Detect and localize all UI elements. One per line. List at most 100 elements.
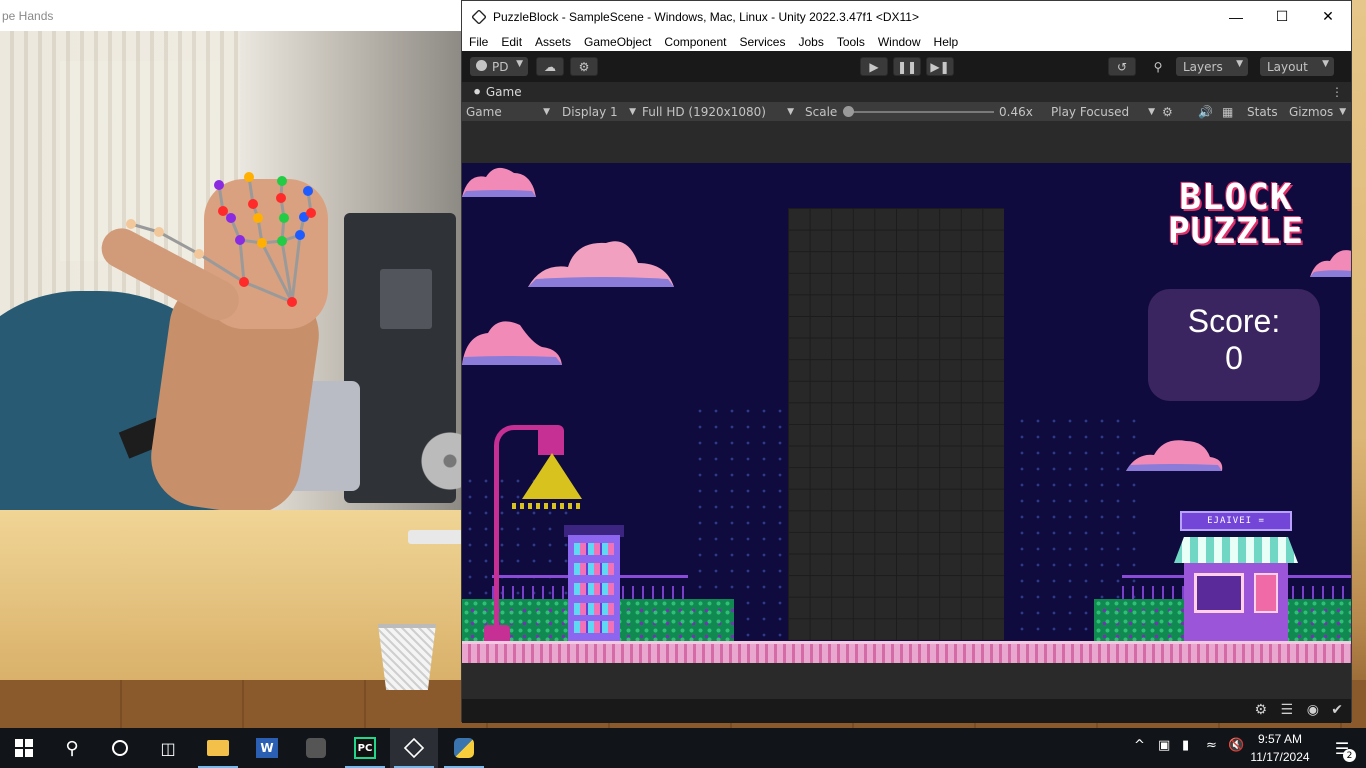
play-button[interactable]: ▶ bbox=[860, 57, 888, 76]
gizmos-label: Gizmos bbox=[1289, 104, 1334, 119]
game-tab[interactable]: ⚫ Game bbox=[472, 85, 522, 99]
cloud-button[interactable]: ☁ bbox=[536, 57, 564, 76]
chevron-down-icon: ▼ bbox=[1322, 59, 1329, 69]
menu-tools[interactable]: Tools bbox=[837, 35, 865, 49]
collab-button[interactable]: ⚙ bbox=[570, 57, 598, 76]
pause-button[interactable]: ❚❚ bbox=[893, 57, 921, 76]
start-button[interactable] bbox=[0, 728, 48, 768]
more-options-icon[interactable]: ⋮ bbox=[1331, 85, 1343, 99]
close-button[interactable]: ✕ bbox=[1305, 1, 1351, 32]
main-toolbar: PD ▼ ☁ ⚙ ▶ ❚❚ ▶❚ ↺ ⚲ Layers ▼ Layout ▼ bbox=[462, 51, 1351, 82]
word-button[interactable]: W bbox=[243, 728, 291, 768]
cloud bbox=[1310, 250, 1351, 277]
layout-label: Layout bbox=[1267, 59, 1308, 74]
camera-window-title: pe Hands bbox=[2, 8, 54, 23]
menu-window[interactable]: Window bbox=[878, 35, 921, 49]
status-bar: ⚙ ☰ ◉ ✔ bbox=[462, 699, 1351, 723]
cloud bbox=[528, 241, 674, 287]
cloud-icon: ☁ bbox=[544, 59, 556, 74]
menu-file[interactable]: File bbox=[469, 35, 488, 49]
menu-gameobject[interactable]: GameObject bbox=[584, 35, 651, 49]
undo-history-button[interactable]: ↺ bbox=[1108, 57, 1136, 76]
unity-hub-icon bbox=[306, 738, 326, 758]
unity-hub-button[interactable] bbox=[292, 728, 340, 768]
play-mode-dropdown[interactable]: Play Focused ▼ bbox=[1051, 102, 1155, 121]
street-lamp-light bbox=[512, 503, 584, 509]
hand-landmarks-overlay bbox=[126, 172, 316, 307]
menu-assets[interactable]: Assets bbox=[535, 35, 571, 49]
menu-component[interactable]: Component bbox=[664, 35, 726, 49]
street-lamp-cap bbox=[538, 425, 564, 455]
audio-icon[interactable]: 🔊 bbox=[1198, 102, 1213, 121]
meet-now-icon[interactable]: ▣ bbox=[1158, 738, 1170, 753]
chevron-down-icon: ▼ bbox=[787, 106, 794, 117]
python-button[interactable] bbox=[440, 728, 488, 768]
minimize-button[interactable]: — bbox=[1213, 1, 1259, 32]
grid-icon[interactable]: ▦ bbox=[1222, 102, 1233, 121]
python-icon bbox=[454, 738, 474, 758]
step-button[interactable]: ▶❚ bbox=[926, 57, 954, 76]
system-clock[interactable]: 9:57 AM 11/17/2024 bbox=[1244, 730, 1316, 766]
battery-icon[interactable]: ▮ bbox=[1182, 738, 1189, 753]
score-value: 0 bbox=[1225, 340, 1243, 376]
shop-awning bbox=[1174, 537, 1298, 563]
volume-muted-icon[interactable]: 🔇 bbox=[1228, 738, 1244, 753]
play-icon: ▶ bbox=[869, 59, 879, 74]
action-center-button[interactable]: ☰ 2 bbox=[1318, 728, 1366, 768]
task-view-button[interactable]: ◫ bbox=[144, 728, 192, 768]
stats-button[interactable]: Stats bbox=[1247, 102, 1278, 121]
gamepad-icon: ⚫ bbox=[472, 85, 486, 99]
street-lamp-shade bbox=[522, 453, 582, 499]
layers-icon[interactable]: ☰ bbox=[1280, 702, 1293, 718]
recycle-bin-icon[interactable] bbox=[378, 624, 436, 690]
check-icon[interactable]: ✔ bbox=[1331, 702, 1343, 718]
cloud bbox=[462, 167, 536, 197]
menu-help[interactable]: Help bbox=[934, 35, 959, 49]
gizmos-button[interactable]: Gizmos ▼ bbox=[1289, 102, 1346, 121]
unity-editor-window[interactable]: PuzzleBlock - SampleScene - Windows, Mac… bbox=[461, 0, 1352, 723]
wifi-icon[interactable]: ≈ bbox=[1206, 738, 1217, 753]
cortana-icon bbox=[112, 740, 128, 756]
game-view[interactable]: BLOCK PUZZLE Score: 0 EJAIVEI = bbox=[462, 163, 1351, 663]
layers-dropdown[interactable]: Layers ▼ bbox=[1176, 57, 1248, 76]
unity-editor-button[interactable] bbox=[390, 728, 438, 768]
letterbox-top bbox=[462, 121, 1351, 163]
clock-date: 11/17/2024 bbox=[1250, 750, 1310, 764]
cache-icon[interactable]: ◉ bbox=[1307, 702, 1319, 718]
step-icon: ▶❚ bbox=[930, 59, 950, 74]
account-dropdown[interactable]: PD ▼ bbox=[470, 57, 528, 76]
layout-dropdown[interactable]: Layout ▼ bbox=[1260, 57, 1334, 76]
building-windows bbox=[574, 603, 614, 615]
maximize-button[interactable]: ☐ bbox=[1259, 1, 1305, 32]
bug-icon[interactable]: ⚙ bbox=[1254, 702, 1267, 718]
file-explorer-button[interactable] bbox=[194, 728, 242, 768]
scale-slider-track[interactable] bbox=[846, 111, 994, 113]
search-button[interactable]: ⚲ bbox=[48, 728, 96, 768]
camera-window-titlebar[interactable]: pe Hands bbox=[0, 0, 462, 31]
search-button[interactable]: ⚲ bbox=[1142, 57, 1174, 76]
puzzle-board[interactable] bbox=[788, 208, 1004, 640]
camera-window[interactable]: pe Hands bbox=[0, 0, 462, 510]
gear-icon: ⚙ bbox=[578, 59, 590, 74]
menu-edit[interactable]: Edit bbox=[501, 35, 522, 49]
unity-window-title: PuzzleBlock - SampleScene - Windows, Mac… bbox=[493, 9, 919, 24]
history-icon: ↺ bbox=[1116, 59, 1128, 74]
chevron-up-icon[interactable]: ^ bbox=[1134, 738, 1145, 753]
pycharm-button[interactable]: PC bbox=[341, 728, 389, 768]
street-lamp-post bbox=[494, 453, 499, 643]
display-dropdown[interactable]: Display 1 ▼ bbox=[562, 102, 636, 121]
unity-logo-icon bbox=[471, 8, 487, 25]
cortana-button[interactable] bbox=[96, 728, 144, 768]
chevron-down-icon: ▼ bbox=[543, 106, 550, 117]
view-dropdown[interactable]: Game ▼ bbox=[466, 102, 550, 121]
score-label: Score: bbox=[1187, 303, 1281, 339]
bug-icon[interactable]: ⚙ bbox=[1162, 102, 1173, 121]
scale-value: 0.46x bbox=[999, 104, 1033, 119]
menu-services[interactable]: Services bbox=[739, 35, 785, 49]
scale-slider-handle[interactable] bbox=[843, 106, 854, 117]
resolution-dropdown[interactable]: Full HD (1920x1080) ▼ bbox=[642, 102, 794, 121]
unity-titlebar[interactable]: PuzzleBlock - SampleScene - Windows, Mac… bbox=[462, 1, 1351, 32]
menu-jobs[interactable]: Jobs bbox=[798, 35, 823, 49]
chevron-down-icon: ▼ bbox=[516, 59, 523, 69]
ground-strip bbox=[462, 641, 1351, 663]
